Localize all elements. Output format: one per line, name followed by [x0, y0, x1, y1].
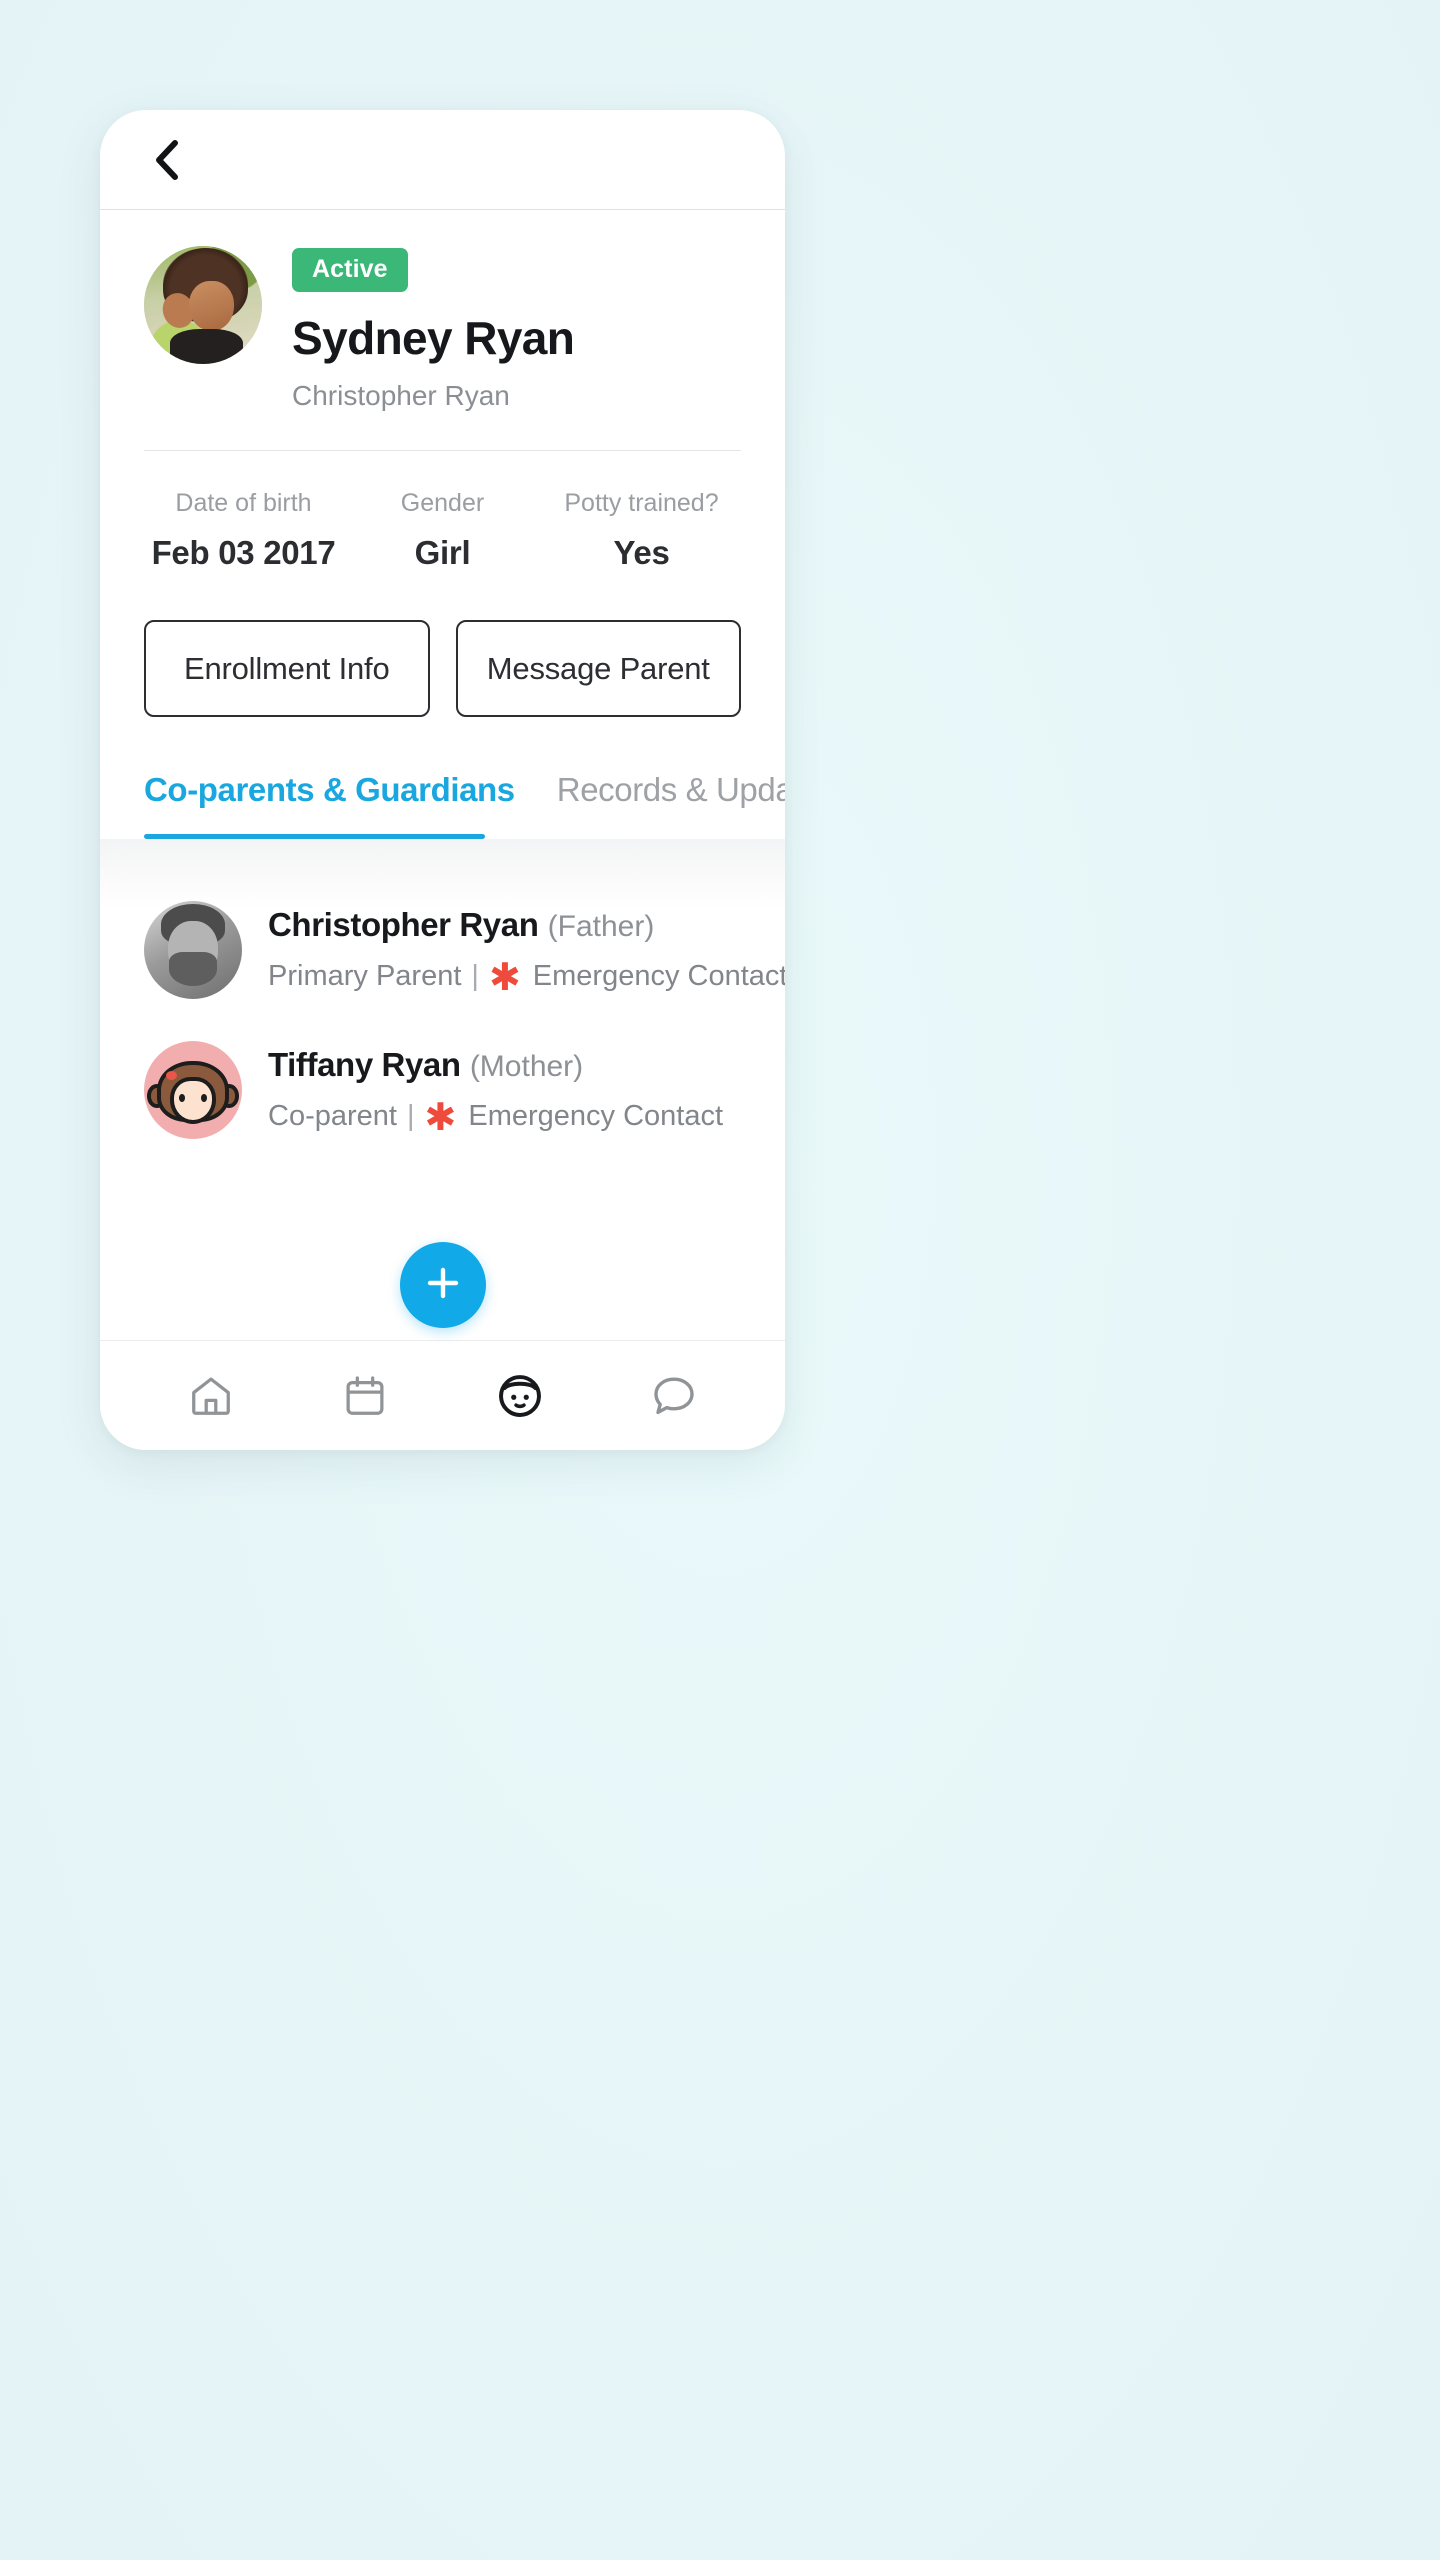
chevron-left-icon [153, 139, 179, 181]
stat-value: Yes [613, 534, 670, 572]
guardian-detail-line: Co-parent | ✱ Emergency Contact [268, 1097, 741, 1140]
stat-label: Potty trained? [564, 489, 719, 518]
avatar [144, 1041, 242, 1140]
guardian-name-line: Christopher Ryan (Father) [268, 905, 741, 945]
phone-screen: Active Sydney Ryan Christopher Ryan Date… [100, 110, 785, 1450]
stat-value: Girl [414, 534, 471, 572]
back-button[interactable] [144, 138, 188, 182]
guardian-relation: (Mother) [469, 1050, 584, 1084]
child-stats-row: Date of birth Feb 03 2017 Gender Girl Po… [100, 451, 785, 572]
guardian-name-line: Tiffany Ryan (Mother) [268, 1045, 741, 1085]
chat-bubble-icon [650, 1372, 698, 1420]
stat-gender: Gender Girl [343, 489, 542, 572]
list-item[interactable]: Christopher Ryan (Father) Primary Parent… [144, 901, 785, 1000]
asterisk-icon: ✱ [424, 1097, 457, 1140]
child-face-icon [495, 1371, 545, 1421]
action-button-row: Enrollment Info Message Parent [100, 572, 785, 718]
separator: | [471, 959, 479, 992]
message-parent-button[interactable]: Message Parent [455, 620, 741, 718]
tab-co-parents-guardians[interactable]: Co-parents & Guardians [144, 771, 515, 839]
screen-background: Active Sydney Ryan Christopher Ryan Date… [0, 0, 1440, 2560]
asterisk-icon: ✱ [488, 957, 521, 1000]
stat-potty-trained: Potty trained? Yes [542, 489, 741, 572]
app-header [100, 110, 785, 210]
guardian-name: Christopher Ryan [268, 906, 539, 944]
stat-value: Feb 03 2017 [151, 534, 336, 572]
nav-item-messages[interactable] [597, 1341, 751, 1450]
plus-icon [423, 1263, 463, 1308]
stat-label: Gender [400, 489, 485, 518]
add-button[interactable] [399, 1242, 486, 1328]
tab-records-updates[interactable]: Records & Updates [557, 771, 785, 839]
tab-bar: Co-parents & Guardians Records & Updates [100, 771, 785, 840]
stat-label: Date of birth [175, 489, 312, 518]
home-icon [188, 1373, 234, 1419]
guardian-role: Co-parent [268, 1099, 397, 1132]
child-avatar[interactable] [144, 246, 262, 364]
guardian-relation: (Father) [547, 910, 655, 944]
list-item[interactable]: Tiffany Ryan (Mother) Co-parent | ✱ Emer… [144, 1041, 741, 1140]
status-badge: Active [292, 248, 408, 292]
nav-item-home[interactable] [134, 1341, 288, 1450]
nav-item-calendar[interactable] [288, 1341, 442, 1450]
primary-parent-name: Christopher Ryan [292, 380, 510, 412]
guardian-detail-line: Primary Parent | ✱ Emergency Contact [268, 957, 785, 1000]
guardian-role: Primary Parent [268, 959, 462, 992]
emergency-contact-label: Emergency Contact [468, 1099, 724, 1132]
child-profile-section: Active Sydney Ryan Christopher Ryan [100, 210, 785, 412]
emergency-contact-label: Emergency Contact [532, 959, 785, 992]
enrollment-info-button[interactable]: Enrollment Info [144, 620, 430, 718]
bottom-navigation [100, 1340, 785, 1450]
nav-item-children[interactable] [443, 1341, 597, 1450]
separator: | [406, 1099, 415, 1132]
guardian-name: Tiffany Ryan [268, 1046, 461, 1084]
avatar [144, 901, 242, 1000]
stat-date-of-birth: Date of birth Feb 03 2017 [144, 489, 343, 572]
page-title: Sydney Ryan [292, 312, 575, 364]
calendar-icon [342, 1373, 388, 1419]
